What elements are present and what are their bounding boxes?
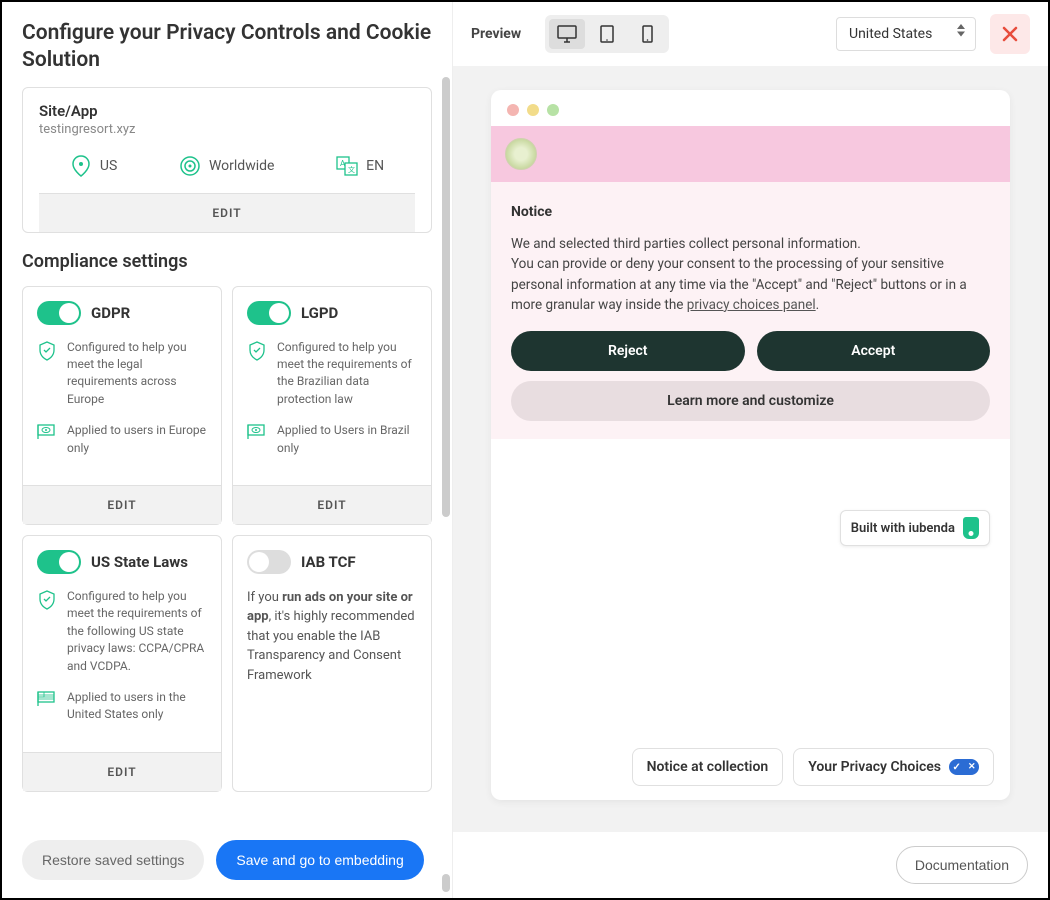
close-icon: [1001, 25, 1019, 43]
us-toggle[interactable]: [37, 550, 81, 574]
dot-yellow-icon: [527, 104, 539, 116]
flag-eye-icon: [247, 422, 267, 457]
shield-check-icon: [247, 339, 267, 409]
iab-toggle[interactable]: [247, 550, 291, 574]
browser-preview: Notice We and selected third parties col…: [491, 90, 1010, 800]
your-privacy-choices-button[interactable]: Your Privacy Choices: [793, 748, 994, 786]
site-language: A文 EN: [336, 155, 384, 177]
cookie-notice: Notice We and selected third parties col…: [491, 182, 1010, 439]
site-edit-button[interactable]: EDIT: [39, 193, 415, 232]
compliance-card-lgpd: LGPD Configured to help you meet the req…: [232, 286, 432, 525]
documentation-button[interactable]: Documentation: [896, 846, 1028, 884]
iubenda-tag-icon: [963, 517, 979, 539]
shield-check-icon: [37, 339, 57, 409]
notice-body: We and selected third parties collect pe…: [511, 234, 990, 315]
notice-title: Notice: [511, 204, 990, 220]
restore-button[interactable]: Restore saved settings: [22, 840, 204, 880]
site-lang-text: EN: [366, 158, 384, 174]
scrollbar[interactable]: [442, 87, 450, 517]
gdpr-edit-button[interactable]: EDIT: [23, 485, 221, 524]
gdpr-applied-text: Applied to users in Europe only: [67, 422, 207, 457]
country-select[interactable]: United States: [836, 17, 976, 51]
us-edit-button[interactable]: EDIT: [23, 752, 221, 791]
privacy-choices-link[interactable]: privacy choices panel: [687, 297, 816, 313]
privacy-choices-icon: [949, 759, 979, 775]
page-title: Configure your Privacy Controls and Cook…: [22, 20, 432, 75]
mock-site-header: [491, 126, 1010, 182]
us-name: US State Laws: [91, 553, 188, 571]
compliance-section-title: Compliance settings: [22, 251, 432, 272]
device-selector: [545, 15, 669, 53]
svg-text:文: 文: [348, 165, 355, 174]
lgpd-applied-text: Applied to Users in Brazil only: [277, 422, 417, 457]
site-label: Site/App: [39, 102, 415, 120]
close-button[interactable]: [990, 14, 1030, 54]
site-scope-text: Worldwide: [209, 158, 274, 174]
browser-controls: [491, 90, 1010, 126]
translate-icon: A文: [336, 155, 358, 177]
site-scope: Worldwide: [179, 155, 274, 177]
device-desktop-button[interactable]: [549, 19, 585, 49]
us-config-text: Configured to help you meet the requirem…: [67, 588, 207, 675]
lgpd-config-text: Configured to help you meet the requirem…: [277, 339, 417, 409]
built-with-badge[interactable]: Built with iubenda: [840, 510, 990, 546]
mobile-icon: [642, 25, 653, 43]
site-url: testingresort.xyz: [39, 122, 415, 137]
compliance-card-us: US State Laws Configured to help you mee…: [22, 535, 222, 792]
site-location-text: US: [100, 158, 117, 174]
pin-icon: [70, 155, 92, 177]
reject-button[interactable]: Reject: [511, 331, 745, 371]
site-location: US: [70, 155, 117, 177]
scrollbar-bottom[interactable]: [442, 874, 450, 892]
shield-check-icon: [37, 588, 57, 675]
flag-us-icon: [37, 689, 57, 724]
site-card: Site/App testingresort.xyz US Worldwide: [22, 87, 432, 233]
accept-button[interactable]: Accept: [757, 331, 991, 371]
country-value: United States: [849, 26, 932, 42]
compliance-card-iab: IAB TCF If you run ads on your site or a…: [232, 535, 432, 792]
built-with-text: Built with iubenda: [851, 521, 955, 536]
dot-green-icon: [547, 104, 559, 116]
lgpd-edit-button[interactable]: EDIT: [233, 485, 431, 524]
notice-at-collection-button[interactable]: Notice at collection: [632, 748, 784, 786]
flag-eye-icon: [37, 422, 57, 457]
tablet-icon: [600, 25, 614, 43]
iab-name: IAB TCF: [301, 553, 356, 571]
lgpd-name: LGPD: [301, 304, 338, 322]
save-button[interactable]: Save and go to embedding: [216, 840, 423, 880]
device-mobile-button[interactable]: [629, 19, 665, 49]
compliance-card-gdpr: GDPR Configured to help you meet the leg…: [22, 286, 222, 525]
gdpr-toggle[interactable]: [37, 301, 81, 325]
iab-description: If you run ads on your site or app, it's…: [247, 588, 417, 686]
desktop-icon: [557, 25, 577, 43]
gdpr-name: GDPR: [91, 304, 130, 322]
target-icon: [179, 155, 201, 177]
svg-text:A: A: [340, 159, 346, 168]
preview-label: Preview: [471, 26, 521, 42]
mock-site-logo: [505, 138, 537, 170]
us-applied-text: Applied to users in the United States on…: [67, 689, 207, 724]
gdpr-config-text: Configured to help you meet the legal re…: [67, 339, 207, 409]
dot-red-icon: [507, 104, 519, 116]
device-tablet-button[interactable]: [589, 19, 625, 49]
learn-more-button[interactable]: Learn more and customize: [511, 381, 990, 421]
lgpd-toggle[interactable]: [247, 301, 291, 325]
